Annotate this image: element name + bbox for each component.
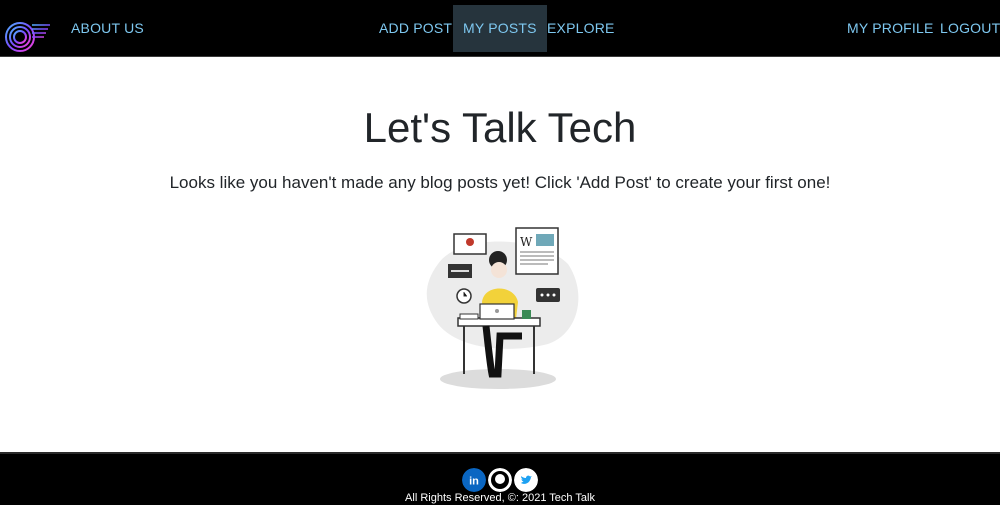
nav-my-profile[interactable]: MY PROFILE (837, 5, 944, 52)
top-navbar: ABOUT US ADD POST MY POSTS EXPLORE MY PR… (0, 0, 1000, 57)
twitter-icon[interactable] (514, 468, 538, 492)
svg-text:W: W (520, 235, 533, 249)
svg-text:in: in (469, 476, 479, 488)
page-title: Let's Talk Tech (363, 104, 637, 151)
nav-logout[interactable]: LOGOUT (930, 5, 1000, 52)
nav-explore[interactable]: EXPLORE (537, 5, 625, 52)
copyright-text: All Rights Reserved, ©: 2021 Tech Talk (405, 492, 595, 504)
empty-state-message: Looks like you haven't made any blog pos… (169, 173, 831, 192)
person-working-on-laptop-illustration: W (426, 227, 579, 389)
nav-about-us[interactable]: ABOUT US (61, 5, 154, 52)
nav-add-post[interactable]: ADD POST (369, 5, 462, 52)
nav-my-posts[interactable]: MY POSTS (453, 5, 547, 52)
brand-logo-icon[interactable] (2, 5, 52, 53)
footer: in All Rights Reserved, ©: 2021 Tech Tal… (0, 452, 1000, 505)
github-icon[interactable] (488, 468, 512, 492)
linkedin-icon[interactable]: in (462, 468, 486, 492)
